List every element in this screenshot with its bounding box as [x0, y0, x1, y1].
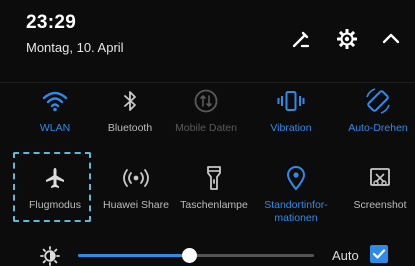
tile-auto-rotate[interactable]: Auto-Drehen: [336, 86, 415, 146]
gear-icon: [337, 29, 357, 49]
tile-location[interactable]: Standortinfor- mationen: [254, 163, 338, 224]
brightness-slider-fill: [78, 254, 189, 257]
checkmark-icon: [372, 249, 386, 259]
tile-vibration[interactable]: Vibration: [249, 86, 333, 146]
tile-label: Mobile Daten: [175, 122, 237, 134]
status-header: 23:29 Montag, 10. April: [0, 0, 415, 82]
location-icon: [286, 166, 306, 191]
tile-label: Screenshot: [353, 199, 407, 211]
edit-pencil-icon: [292, 31, 310, 48]
tile-label: Taschenlampe: [180, 199, 248, 211]
wifi-icon: [42, 91, 68, 112]
bluetooth-icon: [124, 91, 136, 111]
screenshot-icon: [370, 168, 390, 186]
date-label: Montag, 10. April: [26, 40, 124, 55]
tile-label: Standortinfor- mationen: [264, 199, 328, 224]
tile-huawei-share[interactable]: Huawei Share: [94, 163, 178, 223]
brightness-slider-thumb[interactable]: [181, 248, 197, 263]
huawei-share-icon: [123, 169, 149, 187]
header-divider: [0, 82, 415, 83]
collapse-button[interactable]: [378, 26, 404, 52]
settings-button[interactable]: [334, 26, 360, 52]
auto-brightness-checkbox[interactable]: [370, 245, 388, 263]
edit-button[interactable]: [288, 26, 314, 52]
brightness-slider[interactable]: [78, 248, 314, 263]
tile-bluetooth[interactable]: Bluetooth: [88, 86, 172, 146]
tile-mobile-data[interactable]: Mobile Daten: [164, 86, 248, 146]
tile-label: Auto-Drehen: [348, 122, 408, 134]
brightness-icon: [40, 246, 60, 266]
vibration-icon: [277, 91, 305, 111]
chevron-up-icon: [382, 33, 400, 44]
clock-time: 23:29: [26, 12, 77, 33]
tile-screenshot[interactable]: Screenshot: [338, 163, 415, 223]
auto-brightness-label: Auto: [332, 248, 359, 263]
auto-rotate-icon: [366, 88, 390, 114]
flashlight-icon: [207, 166, 221, 190]
tile-flashlight[interactable]: Taschenlampe: [172, 163, 256, 223]
tile-wlan[interactable]: WLAN: [13, 86, 97, 146]
tile-label: Vibration: [270, 122, 312, 134]
mobile-data-icon: [194, 89, 218, 113]
focus-highlight: [13, 152, 91, 222]
